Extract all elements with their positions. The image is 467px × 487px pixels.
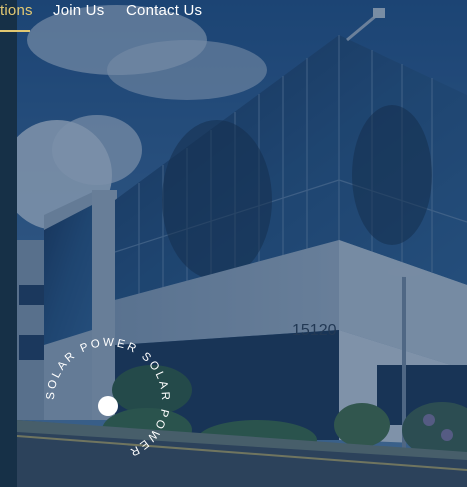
solar-power-badge[interactable]: SOLAR POWER SOLAR POWER bbox=[44, 336, 172, 464]
nav-item-join-us[interactable]: Join Us bbox=[53, 2, 104, 19]
badge-center-dot bbox=[98, 396, 118, 416]
nav-item-contact-us[interactable]: Contact Us bbox=[126, 2, 202, 19]
nav-item-solutions[interactable]: tions bbox=[0, 2, 33, 19]
active-nav-indicator bbox=[0, 30, 30, 32]
building-number: 15120 bbox=[292, 322, 337, 339]
circular-text-badge: SOLAR POWER SOLAR POWER bbox=[45, 337, 169, 459]
left-panel-edge bbox=[0, 0, 17, 487]
page: 15120 tions Join Us Contact Us SOLAR POW… bbox=[0, 0, 467, 487]
